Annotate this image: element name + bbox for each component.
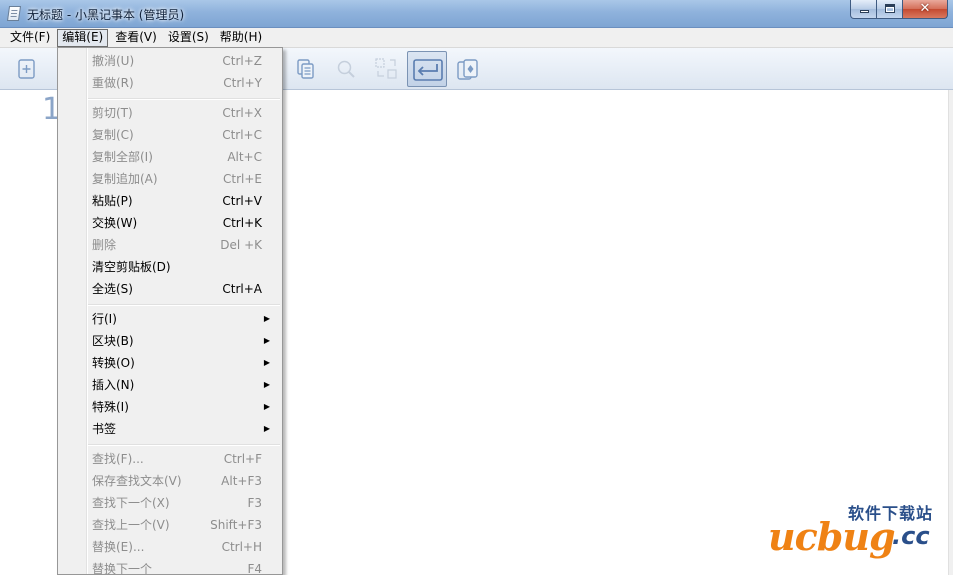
menu-item-clear-clipboard[interactable]: 清空剪贴板(D) [60, 256, 280, 278]
maximize-icon [885, 4, 895, 13]
submenu-arrow-icon: ▶ [263, 424, 270, 433]
menu-item-insert[interactable]: 插入(N) ▶ [60, 374, 280, 396]
menu-item-replace-next[interactable]: 替换下一个 F4 [60, 558, 280, 574]
menu-bar: 文件(F) 编辑(E) 查看(V) 设置(S) 帮助(H) [0, 28, 953, 48]
menu-item-swap[interactable]: 交换(W) Ctrl+K [60, 212, 280, 234]
line-number-gutter: 1 [0, 90, 61, 575]
submenu-arrow-icon: ▶ [263, 380, 270, 389]
menu-item-special[interactable]: 特殊(I) ▶ [60, 396, 280, 418]
submenu-arrow-icon: ▶ [263, 314, 270, 323]
close-button[interactable]: ✕ [903, 0, 948, 19]
minimize-icon [860, 10, 869, 13]
watermark-suffix: .cc [892, 522, 930, 550]
word-wrap-icon [413, 59, 443, 81]
menu-item-copy-append[interactable]: 复制追加(A) Ctrl+E [60, 168, 280, 190]
copy-icon[interactable] [296, 58, 316, 80]
menu-file[interactable]: 文件(F) [6, 29, 54, 47]
menu-item-copy[interactable]: 复制(C) Ctrl+C [60, 124, 280, 146]
replace-icon[interactable] [375, 58, 397, 80]
cards-icon[interactable] [456, 58, 478, 80]
watermark-brand: ucbug [768, 514, 896, 559]
menu-item-copy-all[interactable]: 复制全部(I) Alt+C [60, 146, 280, 168]
word-wrap-button[interactable] [407, 51, 447, 87]
minimize-button[interactable] [850, 0, 877, 19]
window-controls: ✕ [850, 0, 948, 19]
menu-item-replace[interactable]: 替换(E)... Ctrl+H [60, 536, 280, 558]
menu-help[interactable]: 帮助(H) [216, 29, 266, 47]
menu-item-find-next[interactable]: 查找下一个(X) F3 [60, 492, 280, 514]
menu-item-delete[interactable]: 删除 Del +K [60, 234, 280, 256]
notepad-app-icon [6, 6, 22, 21]
maximize-button[interactable] [877, 0, 903, 19]
submenu-arrow-icon: ▶ [263, 402, 270, 411]
menu-item-line[interactable]: 行(I) ▶ [60, 308, 280, 330]
menu-separator [88, 98, 280, 100]
find-icon[interactable] [336, 58, 356, 80]
edit-menu-dropdown: 撤消(U) Ctrl+Z 重做(R) Ctrl+Y 剪切(T) Ctrl+X 复制(C… [57, 47, 283, 575]
window-title: 无标题 - 小黑记事本 (管理员) [27, 8, 185, 22]
menu-view[interactable]: 查看(V) [111, 29, 161, 47]
menu-item-cut[interactable]: 剪切(T) Ctrl+X [60, 102, 280, 124]
submenu-arrow-icon: ▶ [263, 336, 270, 345]
menu-separator [88, 444, 280, 446]
menu-edit[interactable]: 编辑(E) [57, 29, 109, 47]
ucbug-watermark-logo: 软件下载站 ucbug .cc [768, 500, 950, 560]
close-icon: ✕ [919, 1, 931, 16]
menu-item-block[interactable]: 区块(B) ▶ [60, 330, 280, 352]
menu-item-select-all[interactable]: 全选(S) Ctrl+A [60, 278, 280, 300]
menu-settings[interactable]: 设置(S) [164, 29, 213, 47]
menu-item-find-previous[interactable]: 查找上一个(V) Shift+F3 [60, 514, 280, 536]
menu-item-redo[interactable]: 重做(R) Ctrl+Y [60, 72, 280, 94]
menu-item-convert[interactable]: 转换(O) ▶ [60, 352, 280, 374]
title-bar: 无标题 - 小黑记事本 (管理员) ✕ [0, 0, 953, 28]
new-document-icon[interactable] [17, 58, 37, 80]
menu-item-find[interactable]: 查找(F)... Ctrl+F [60, 448, 280, 470]
menu-item-paste[interactable]: 粘贴(P) Ctrl+V [60, 190, 280, 212]
menu-item-save-find-text[interactable]: 保存查找文本(V) Alt+F3 [60, 470, 280, 492]
menu-separator [88, 304, 280, 306]
menu-item-undo[interactable]: 撤消(U) Ctrl+Z [60, 50, 280, 72]
menu-item-bookmark[interactable]: 书签 ▶ [60, 418, 280, 440]
submenu-arrow-icon: ▶ [263, 358, 270, 367]
